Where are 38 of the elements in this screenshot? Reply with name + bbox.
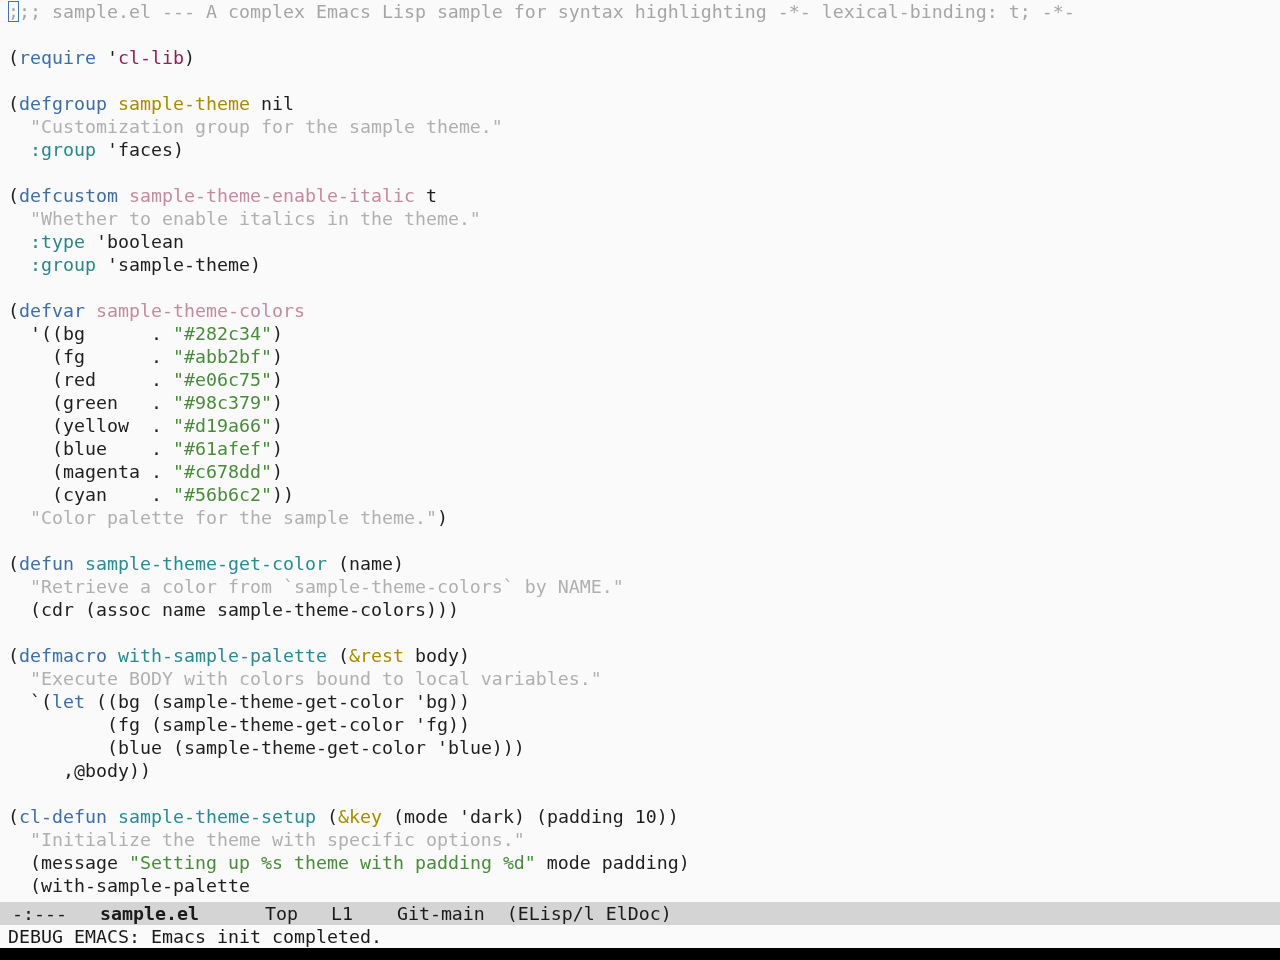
- code-line: :type 'boolean: [30, 230, 184, 253]
- code-line: (cyan . "#56b6c2")): [52, 483, 294, 506]
- code-line: (defun sample-theme-get-color (name): [8, 552, 404, 575]
- vc-branch[interactable]: Git-main: [396, 902, 485, 925]
- code-line: "Retrieve a color from `sample-theme-colors` by NAME.": [30, 575, 624, 598]
- code-line: "Execute BODY with colors bound to local variables.": [30, 667, 602, 690]
- code-line: (cl-defun sample-theme-setup (&key (mode 'dark) (padding 10)): [8, 805, 679, 828]
- code-line: "Customization group for the sample theme.": [30, 115, 503, 138]
- echo-area-message: DEBUG EMACS: Emacs init completed.: [8, 925, 382, 948]
- major-mode[interactable]: (ELisp/l ElDoc): [506, 902, 672, 925]
- modified-status: -:---: [12, 902, 67, 925]
- code-line: (defmacro with-sample-palette (&rest body): [8, 644, 470, 667]
- code-line: (message "Setting up %s theme with padding %d" mode padding): [30, 851, 690, 874]
- code-line: (yellow . "#d19a66"): [52, 414, 283, 437]
- code-line: (defvar sample-theme-colors: [8, 299, 305, 322]
- buffer-name[interactable]: sample.el: [99, 902, 199, 925]
- code-line: "Initialize the theme with specific options.": [30, 828, 525, 851]
- code-line: (blue (sample-theme-get-color 'blue))): [107, 736, 525, 759]
- code-line: (green . "#98c379"): [52, 391, 283, 414]
- code-line: (fg (sample-theme-get-color 'fg)): [107, 713, 470, 736]
- code-line: "Whether to enable italics in the theme.": [30, 207, 481, 230]
- code-line: (defcustom sample-theme-enable-italic t: [8, 184, 437, 207]
- buffer-position: Top: [264, 902, 298, 925]
- code-line: ,@body)): [63, 759, 151, 782]
- code-line: :group 'sample-theme): [30, 253, 261, 276]
- line-number: L1: [330, 902, 353, 925]
- code-line: `(let ((bg (sample-theme-get-color 'bg)): [30, 690, 470, 713]
- code-line: (magenta . "#c678dd"): [52, 460, 283, 483]
- code-line: (require 'cl-lib): [8, 46, 195, 69]
- code-line: (defgroup sample-theme nil: [8, 92, 294, 115]
- code-line: (fg . "#abb2bf"): [52, 345, 283, 368]
- code-line: (blue . "#61afef"): [52, 437, 283, 460]
- code-line: "Color palette for the sample theme."): [30, 506, 448, 529]
- code-line: (red . "#e06c75"): [52, 368, 283, 391]
- code-line: :group 'faces): [30, 138, 184, 161]
- code-line: (with-sample-palette: [30, 874, 250, 897]
- code-line: '((bg . "#282c34"): [30, 322, 283, 345]
- code-line: (cdr (assoc name sample-theme-colors))): [30, 598, 459, 621]
